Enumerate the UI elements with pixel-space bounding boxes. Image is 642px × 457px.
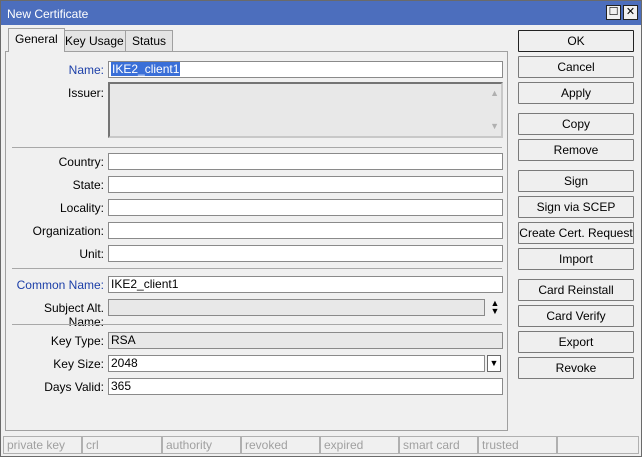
- days-valid-field[interactable]: 365: [108, 378, 503, 395]
- organization-label: Organization:: [32, 224, 104, 238]
- status-private-key: private key: [3, 436, 82, 454]
- updown-icon: ▲ ▼: [490, 298, 500, 316]
- import-button[interactable]: Import: [518, 248, 634, 270]
- tab-general[interactable]: General: [8, 28, 65, 52]
- issuer-field[interactable]: ▲ ▼: [108, 82, 503, 138]
- ok-button[interactable]: OK: [518, 30, 634, 52]
- new-certificate-window: New Certificate ☐ ✕ General Key Usage St…: [0, 0, 642, 457]
- common-name-field[interactable]: IKE2_client1: [108, 276, 503, 293]
- status-revoked: revoked: [241, 436, 320, 454]
- scroll-down-icon: ▼: [490, 121, 499, 131]
- key-size-dropdown[interactable]: ▼: [487, 355, 501, 372]
- general-panel: Name: IKE2_client1 Issuer: ▲ ▼ Country: …: [5, 51, 508, 431]
- copy-button[interactable]: Copy: [518, 113, 634, 135]
- issuer-label: Issuer:: [67, 86, 104, 100]
- key-size-label: Key Size:: [53, 357, 104, 371]
- name-value: IKE2_client1: [111, 62, 181, 76]
- key-type-label: Key Type:: [50, 334, 104, 348]
- subject-alt-name-field[interactable]: [108, 299, 485, 316]
- sign-via-scep-button[interactable]: Sign via SCEP: [518, 196, 634, 218]
- close-button[interactable]: ✕: [623, 5, 638, 20]
- name-field[interactable]: IKE2_client1: [108, 61, 503, 78]
- apply-button[interactable]: Apply: [518, 82, 634, 104]
- expand-toggle[interactable]: ▲ ▼: [488, 299, 502, 316]
- status-expired: expired: [320, 436, 399, 454]
- locality-field[interactable]: [108, 199, 503, 216]
- unit-label: Unit:: [79, 247, 104, 261]
- name-label: Name:: [68, 63, 104, 77]
- key-size-field[interactable]: 2048: [108, 355, 485, 372]
- key-type-field[interactable]: RSA: [108, 332, 503, 349]
- separator: [12, 268, 502, 269]
- status-empty: [557, 436, 639, 454]
- unit-field[interactable]: [108, 245, 503, 262]
- card-verify-button[interactable]: Card Verify: [518, 305, 634, 327]
- sign-button[interactable]: Sign: [518, 170, 634, 192]
- state-label: State:: [72, 178, 104, 192]
- status-trusted: trusted: [478, 436, 557, 454]
- tab-status[interactable]: Status: [125, 30, 174, 52]
- export-button[interactable]: Export: [518, 331, 634, 353]
- maximize-button[interactable]: ☐: [606, 5, 621, 20]
- chevron-down-icon: ▼: [489, 358, 499, 368]
- locality-label: Locality:: [59, 201, 104, 215]
- cancel-button[interactable]: Cancel: [518, 56, 634, 78]
- days-valid-label: Days Valid:: [44, 380, 104, 394]
- country-field[interactable]: [108, 153, 503, 170]
- status-smart-card-key: smart card key: [399, 436, 478, 456]
- close-icon: ✕: [625, 6, 636, 18]
- status-authority: authority: [162, 436, 241, 454]
- organization-field[interactable]: [108, 222, 503, 239]
- revoke-button[interactable]: Revoke: [518, 357, 634, 379]
- card-reinstall-button[interactable]: Card Reinstall: [518, 279, 634, 301]
- title-bar: New Certificate ☐ ✕: [1, 1, 641, 25]
- remove-button[interactable]: Remove: [518, 139, 634, 161]
- separator: [12, 324, 502, 325]
- create-cert-request-button[interactable]: Create Cert. Request: [518, 222, 634, 244]
- scroll-up-icon: ▲: [490, 88, 499, 98]
- window-title: New Certificate: [7, 7, 89, 21]
- country-label: Country:: [58, 155, 104, 169]
- maximize-icon: ☐: [608, 6, 619, 18]
- tab-key-usage[interactable]: Key Usage: [58, 30, 131, 52]
- common-name-label: Common Name:: [16, 278, 104, 292]
- status-bar: private key crl authority revoked expire…: [1, 434, 641, 456]
- status-crl: crl: [82, 436, 162, 454]
- state-field[interactable]: [108, 176, 503, 193]
- separator: [12, 147, 502, 148]
